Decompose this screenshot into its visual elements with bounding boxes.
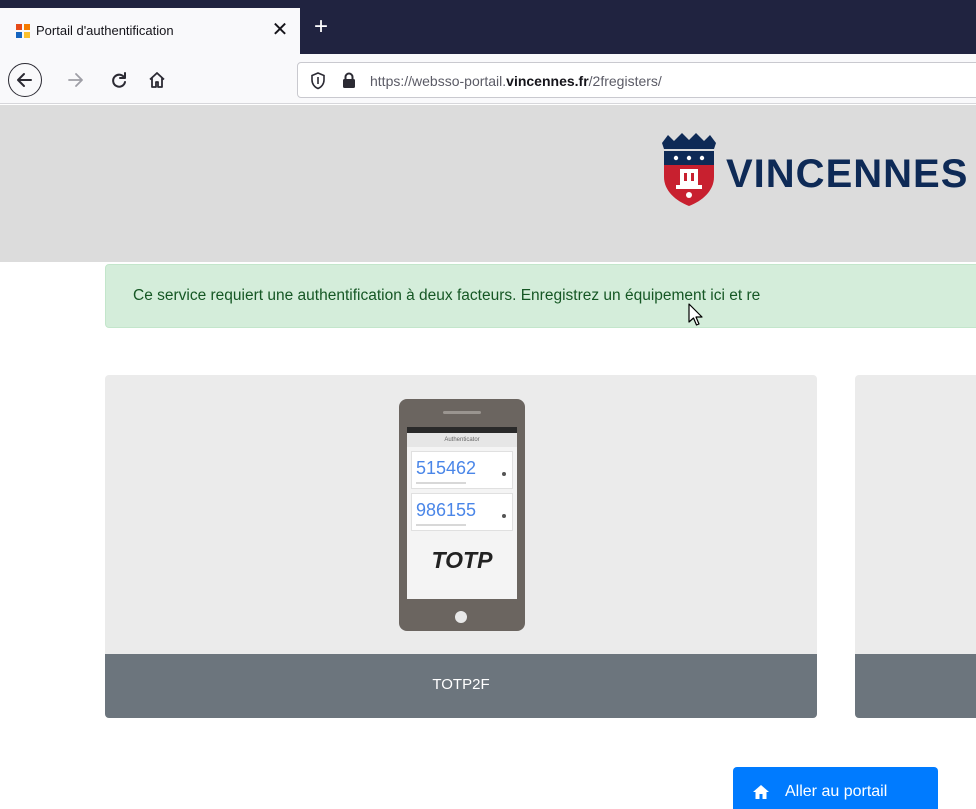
authenticator-app-bar: Authenticator xyxy=(407,433,517,447)
otp-code: 515462 xyxy=(416,458,477,478)
device-card-second[interactable] xyxy=(855,375,976,718)
screen: Portail d'authentification ✕ + https://w… xyxy=(0,0,976,809)
phone-speaker xyxy=(443,411,481,414)
site-header: VINCENNES xyxy=(0,105,976,262)
otp-code: 986155 xyxy=(416,500,477,520)
browser-tab-active[interactable]: Portail d'authentification ✕ xyxy=(0,8,300,54)
tab-title: Portail d'authentification xyxy=(36,23,174,38)
totp-caption: TOTP xyxy=(431,547,493,573)
go-to-portal-button[interactable]: Aller au portail xyxy=(733,767,938,809)
go-to-portal-label: Aller au portail xyxy=(785,783,888,800)
logo-wordmark: VINCENNES xyxy=(726,152,969,196)
tracking-shield-icon[interactable] xyxy=(310,72,326,95)
otp-entry: 515462 xyxy=(411,451,513,489)
home-icon xyxy=(752,784,770,805)
back-arrow-icon[interactable] xyxy=(8,63,42,97)
browser-nav-bar: https://websso-portail.vincennes.fr/2fre… xyxy=(0,54,976,104)
otp-entry: 986155 xyxy=(411,493,513,531)
reload-icon[interactable] xyxy=(104,65,134,95)
site-favicon-icon xyxy=(16,24,30,38)
address-bar[interactable]: https://websso-portail.vincennes.fr/2fre… xyxy=(297,62,976,98)
totp-phone-illustration: Authenticator 515462 986155 TOTP xyxy=(399,399,525,631)
lock-icon[interactable] xyxy=(342,72,356,94)
otp-timer-dot xyxy=(502,472,506,476)
home-icon[interactable] xyxy=(142,65,172,95)
otp-account-line xyxy=(416,524,466,526)
device-card-totp[interactable]: Authenticator 515462 986155 TOTP TOTP2F xyxy=(105,375,817,718)
alert-message: Ce service requiert une authentification… xyxy=(133,287,761,304)
new-tab-icon[interactable]: + xyxy=(307,14,335,42)
device-card-label: TOTP2F xyxy=(432,676,490,693)
url-prefix: https://websso-portail. xyxy=(370,73,507,89)
url-text[interactable]: https://websso-portail.vincennes.fr/2fre… xyxy=(370,73,662,89)
otp-timer-dot xyxy=(502,514,506,518)
device-card-footer[interactable]: TOTP2F xyxy=(105,654,817,718)
url-path: /2fregisters/ xyxy=(588,73,662,89)
otp-account-line xyxy=(416,482,466,484)
info-alert: Ce service requiert une authentification… xyxy=(105,264,976,328)
phone-screen: Authenticator 515462 986155 TOTP xyxy=(407,427,517,599)
browser-tab-bar: Portail d'authentification ✕ + xyxy=(0,0,976,54)
phone-home-button xyxy=(455,611,467,623)
tab-close-icon[interactable]: ✕ xyxy=(266,16,294,44)
vincennes-crest-logo xyxy=(658,133,720,212)
forward-arrow-icon[interactable] xyxy=(60,65,90,95)
url-domain: vincennes.fr xyxy=(506,73,589,89)
device-card-footer[interactable] xyxy=(855,654,976,718)
